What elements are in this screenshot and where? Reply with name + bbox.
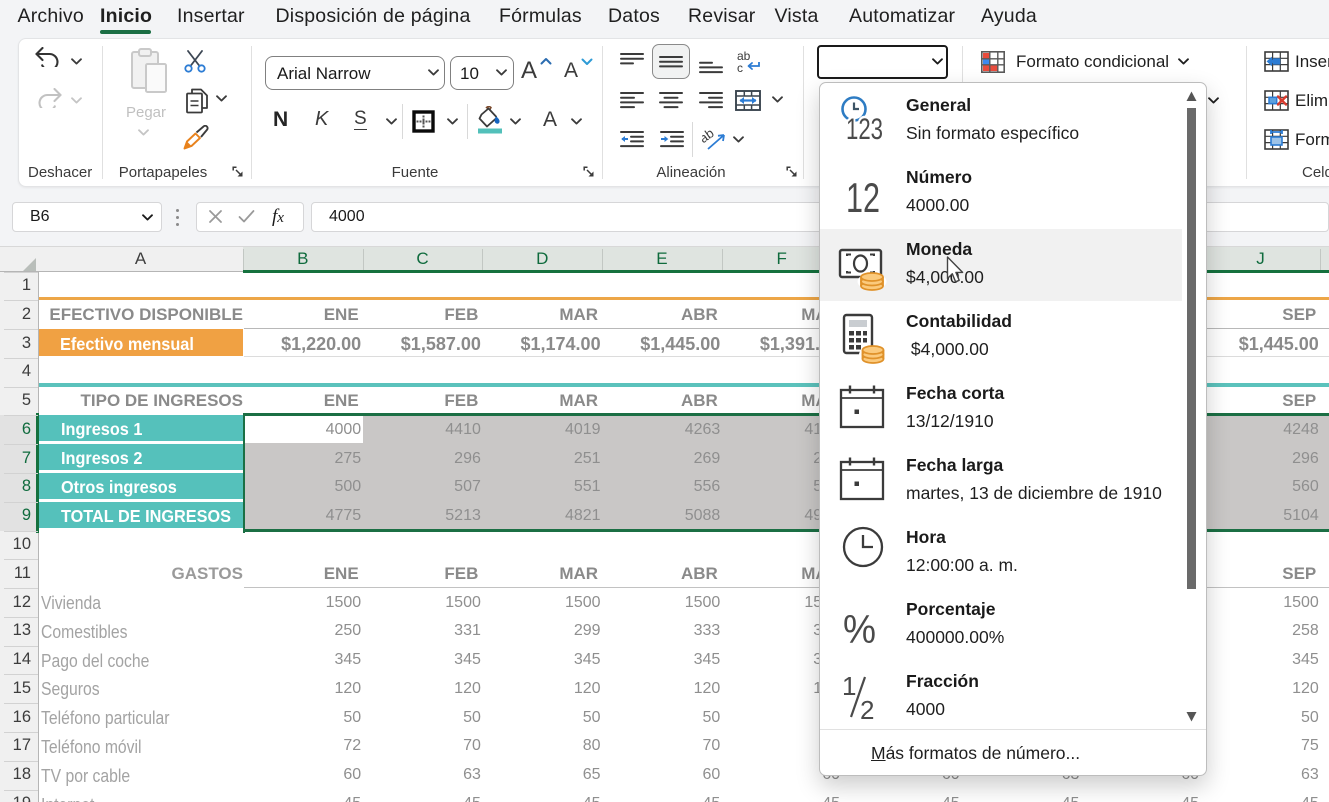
svg-text:c: c — [737, 61, 743, 74]
svg-text:123: 123 — [846, 113, 883, 146]
svg-text:1: 1 — [842, 671, 856, 701]
svg-text:2: 2 — [860, 695, 874, 725]
svg-text:12: 12 — [846, 174, 880, 221]
svg-text:%: % — [843, 608, 876, 652]
